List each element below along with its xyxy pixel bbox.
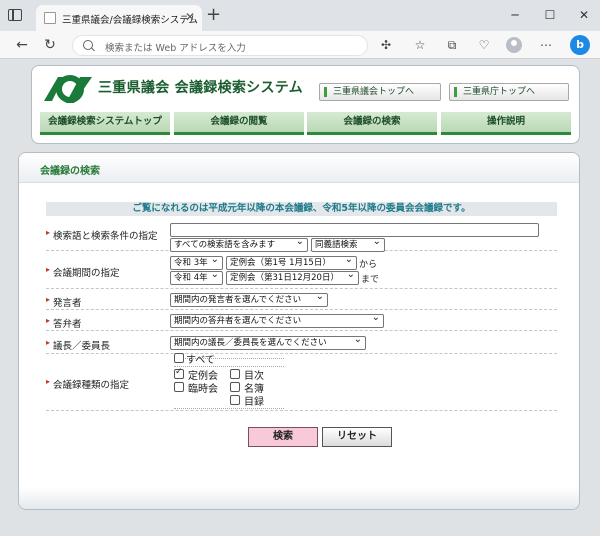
chair-label: 議長／委員長 [46, 338, 110, 352]
extensions-icon[interactable]: ✣ [376, 35, 396, 55]
address-bar-area: ← ↻ 検索または Web アドレスを入力 ✣ ☆ ⧉ ♡ ⋯ b [0, 31, 600, 59]
reset-button[interactable]: リセット [322, 427, 392, 447]
search-panel: 会議録の検索 ご覧になれるのは平成元年以降の本会議録、令和5年以降の委員会会議録… [18, 152, 580, 510]
period-label: 会議期間の指定 [46, 265, 120, 279]
nav-help[interactable]: 操作説明 [441, 112, 571, 135]
from-year-select[interactable]: 令和 3年 [170, 256, 223, 270]
profile-avatar[interactable] [506, 37, 522, 53]
to-session-select[interactable]: 定例会（第31日12月20日） [226, 271, 359, 285]
to-year-select[interactable]: 令和 4年 [170, 271, 223, 285]
close-tab-icon[interactable]: ✕ [185, 10, 195, 24]
close-window-icon[interactable]: ✕ [574, 6, 594, 24]
extra-session-label: 臨時会 [188, 384, 218, 395]
favorites-icon[interactable]: ☆ [410, 35, 430, 55]
favicon-icon [44, 12, 56, 24]
refresh-icon[interactable]: ↻ [40, 35, 60, 55]
copilot-icon[interactable]: b [570, 35, 590, 55]
tab-actions-icon[interactable] [8, 9, 22, 21]
panel-footer [19, 487, 579, 509]
browser-essentials-icon[interactable]: ♡ [474, 35, 494, 55]
minimize-icon[interactable]: ─ [505, 6, 525, 24]
all-checkbox[interactable] [174, 353, 184, 363]
period-row: 会議期間の指定 令和 3年 定例会（第1号 1月15日） から 令和 4年 定例… [46, 252, 557, 289]
from-session-select[interactable]: 定例会（第1号 1月15日） [226, 256, 357, 270]
maximize-icon[interactable]: ☐ [540, 6, 560, 24]
speaker-row: 発言者 期間内の発言者を選んでください [46, 290, 557, 310]
collections-icon[interactable]: ⧉ [442, 35, 462, 55]
speaker-label: 発言者 [46, 295, 82, 309]
chair-select[interactable]: 期間内の議長／委員長を選んでください [170, 336, 366, 350]
assembly-top-button[interactable]: 三重県議会トップへ [319, 83, 441, 101]
prefecture-top-button[interactable]: 三重県庁トップへ [449, 83, 569, 101]
index-label: 目録 [244, 397, 264, 408]
respondent-select[interactable]: 期間内の答弁者を選んでください [170, 314, 384, 328]
divider [174, 408, 284, 409]
synonym-select[interactable]: 同義語検索 [311, 238, 385, 252]
panel-title: 会議録の検索 [40, 166, 100, 177]
site-header: 三重県議会 会議録検索システム 三重県議会トップへ 三重県庁トップへ 会議録検索… [31, 65, 580, 144]
chair-row: 議長／委員長 期間内の議長／委員長を選んでください [46, 332, 557, 354]
all-checkbox-label: すべて [186, 355, 215, 366]
tab-title: 三重県議会/会議録検索システム [62, 15, 198, 26]
contents-checkbox[interactable] [230, 369, 240, 379]
address-input[interactable]: 検索または Web アドレスを入力 [72, 35, 368, 56]
address-placeholder: 検索または Web アドレスを入力 [105, 43, 246, 54]
mie-logo-icon[interactable] [40, 71, 94, 107]
from-suffix: から [359, 260, 378, 270]
record-type-label: 会議録種類の指定 [46, 377, 129, 391]
browser-tab[interactable]: 三重県議会/会議録検索システム ✕ [36, 5, 202, 31]
search-icon [83, 40, 93, 50]
web-page: 三重県議会 会議録検索システム 三重県議会トップへ 三重県庁トップへ 会議録検索… [0, 60, 600, 536]
speaker-select[interactable]: 期間内の発言者を選んでください [170, 293, 328, 307]
keyword-input[interactable] [170, 223, 539, 237]
regular-session-checkbox[interactable] [174, 367, 184, 379]
panel-header: 会議録の検索 [19, 153, 579, 183]
new-tab-icon[interactable]: + [206, 5, 221, 25]
condition-select[interactable]: すべての検索語を含みます [170, 238, 308, 252]
keyword-label: 検索語と検索条件の指定 [46, 228, 158, 242]
keyword-row: 検索語と検索条件の指定 すべての検索語を含みます 同義語検索 [46, 219, 557, 252]
nav-browse[interactable]: 会議録の閲覧 [174, 112, 304, 135]
site-title: 三重県議会 会議録検索システム [98, 80, 303, 96]
respondent-row: 答弁者 期間内の答弁者を選んでください [46, 311, 557, 331]
notice-banner: ご覧になれるのは平成元年以降の本会議録、令和5年以降の委員会会議録です。 [46, 202, 557, 216]
to-suffix: まで [361, 275, 380, 285]
back-icon[interactable]: ← [12, 35, 32, 55]
search-button[interactable]: 検索 [248, 427, 318, 447]
more-menu-icon[interactable]: ⋯ [536, 35, 556, 55]
nav-search[interactable]: 会議録の検索 [307, 112, 437, 135]
extra-session-checkbox[interactable] [174, 382, 184, 392]
nav-system-top[interactable]: 会議録検索システムトップ [40, 112, 170, 135]
record-type-row: 会議録種類の指定 すべて 定例会 臨時会 目次 名簿 目録 [46, 353, 557, 411]
index-checkbox[interactable] [230, 395, 240, 405]
roster-checkbox[interactable] [230, 382, 240, 392]
respondent-label: 答弁者 [46, 316, 82, 330]
main-nav: 会議録検索システムトップ 会議録の閲覧 会議録の検索 操作説明 [40, 112, 571, 135]
browser-titlebar: 三重県議会/会議録検索システム ✕ + ─ ☐ ✕ [0, 0, 600, 31]
